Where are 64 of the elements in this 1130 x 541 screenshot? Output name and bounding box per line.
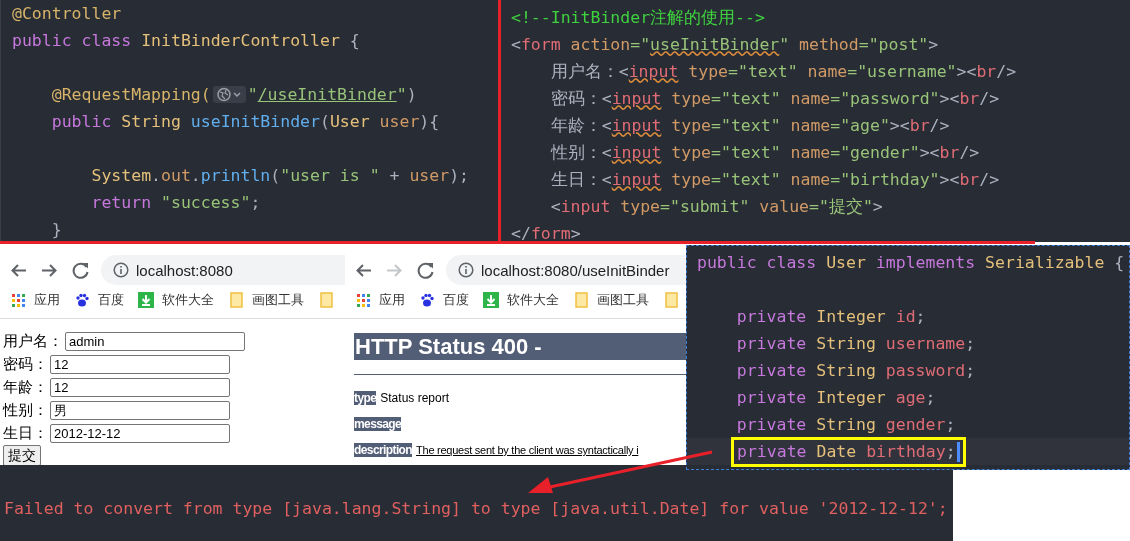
code-text: 生日：<input type="text" name="birthday"><br/> xyxy=(549,169,1000,190)
code-text: System.out.println("user is " + user); xyxy=(90,165,470,186)
code-text: <input type="submit" value="提交"> xyxy=(549,196,883,217)
code-text: </form> xyxy=(511,223,581,242)
paw-icon[interactable] xyxy=(74,292,90,308)
bookmark-link[interactable]: 软件大全 xyxy=(507,291,559,309)
field-label: 用户名： xyxy=(3,332,63,351)
field-label: 性别： xyxy=(3,401,48,420)
code-text: private Integer id; xyxy=(735,306,926,327)
bookmark-link[interactable]: 应用 xyxy=(34,291,60,309)
code-text: private Integer age; xyxy=(735,387,936,408)
error-text: The request sent by the client was syntactically i xyxy=(416,444,639,456)
url-text: localhost:8080/useInitBinder xyxy=(481,261,670,279)
error-label: description xyxy=(354,443,413,457)
input-field[interactable]: 12 xyxy=(50,378,230,397)
address-bar[interactable]: localhost:8080/useInitBinder xyxy=(446,255,686,285)
field-label: 密码： xyxy=(3,355,48,374)
submit-button[interactable]: 提交 xyxy=(3,445,41,465)
bookmark-link[interactable]: 软件大全 xyxy=(162,291,214,309)
download-icon[interactable] xyxy=(138,292,154,308)
bookmark-link[interactable]: 画图工具 xyxy=(252,291,304,309)
code-text: "/useInitBinder") xyxy=(247,84,417,105)
code-text: 年龄：<input type="text" name="age"><br/> xyxy=(549,115,950,136)
bookmark-link[interactable]: 百度 xyxy=(98,291,124,309)
code-text: public String useInitBinder(User user){ xyxy=(50,111,440,132)
code-text: private String username; xyxy=(735,333,976,354)
code-text: 用户名：<input type="text" name="username"><br/> xyxy=(549,61,1017,82)
code-text: @Controller xyxy=(12,3,122,24)
text-cursor xyxy=(956,441,960,462)
error-text: Status report xyxy=(380,391,449,405)
grid-icon[interactable] xyxy=(10,292,26,308)
code-text: <!--InitBinder注解的使用--> xyxy=(511,7,765,28)
code-text: public class User implements Serializable { xyxy=(697,252,1125,273)
input-field[interactable]: 12 xyxy=(50,355,230,374)
error-heading: HTTP Status 400 - xyxy=(354,333,686,360)
code-text: private String password; xyxy=(735,360,976,381)
code-text: 密码：<input type="text" name="password"><br/> xyxy=(549,88,1000,109)
code-text: return "success"; xyxy=(90,192,261,213)
info-icon[interactable] xyxy=(458,262,474,278)
code-text: public class InitBinderController { xyxy=(12,30,360,51)
info-icon[interactable] xyxy=(113,262,129,278)
code-text: } xyxy=(50,219,62,240)
url-text: localhost:8080 xyxy=(136,261,233,279)
code-text: @RequestMapping( xyxy=(50,84,211,105)
input-field[interactable]: 2012-12-12 xyxy=(50,424,230,443)
input-field[interactable]: admin xyxy=(65,332,245,351)
grid-icon[interactable] xyxy=(355,292,371,308)
error-message: Failed to convert from type [java.lang.String] to type [java.util.Date] for value '2012-12-12'; xyxy=(4,499,948,518)
input-field[interactable]: 男 xyxy=(50,401,230,420)
address-bar[interactable]: localhost:8080 xyxy=(101,255,345,285)
code-text: private Date birthday; xyxy=(737,441,956,462)
bookmark-link[interactable]: 百度 xyxy=(443,291,469,309)
bookmark-link[interactable]: 画图工具 xyxy=(597,291,649,309)
code-text: 性别：<input type="text" name="gender"><br/> xyxy=(549,142,980,163)
bookmark-link[interactable]: 应用 xyxy=(379,291,405,309)
code-text: <form action="useInitBinder" method="post"> xyxy=(511,34,939,55)
error-label: message xyxy=(354,417,402,431)
download-icon[interactable] xyxy=(483,292,499,308)
field-label: 年龄： xyxy=(3,378,48,397)
field-label: 生日： xyxy=(3,424,48,443)
paw-icon[interactable] xyxy=(419,292,435,308)
error-label: type xyxy=(354,391,377,405)
globe-dropdown-icon[interactable] xyxy=(212,86,246,103)
code-text: private String gender; xyxy=(735,414,956,435)
